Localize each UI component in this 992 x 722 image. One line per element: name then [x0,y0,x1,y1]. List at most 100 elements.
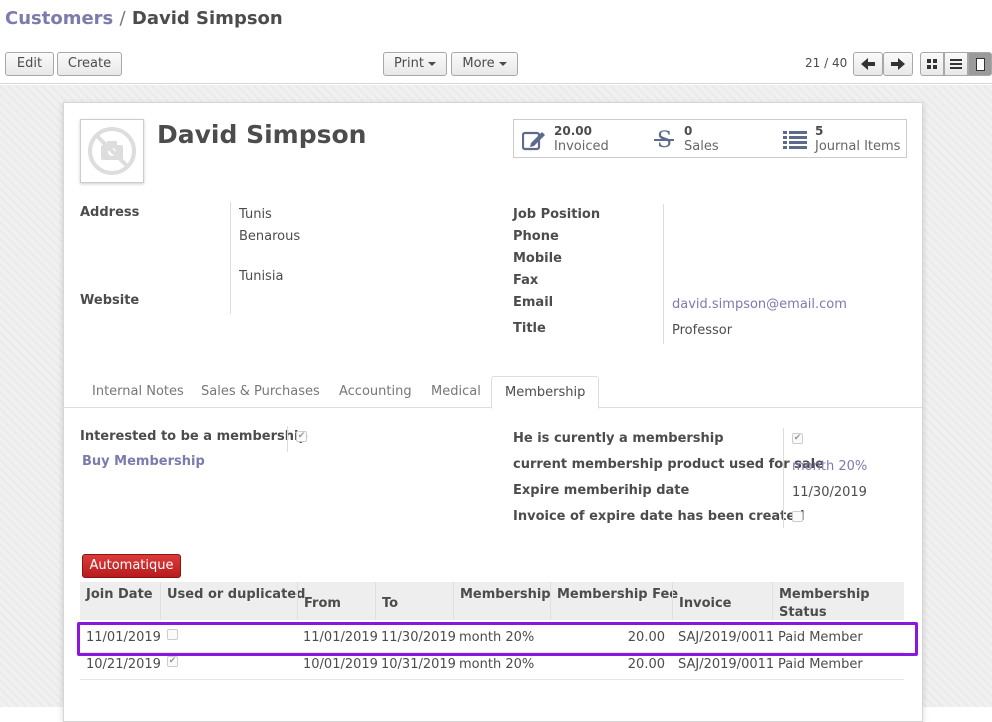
title-value: Professor [672,323,733,338]
sales-label: Sales [684,139,719,154]
interested-membership-checkbox[interactable]: ✔ [296,431,307,442]
field-separator [783,428,784,528]
print-dropdown[interactable]: Print [383,52,447,76]
edit-button-label: Edit [16,56,43,71]
notebook-tabs: Internal Notes Sales & Purchases Account… [64,376,922,409]
cell-from: 10/01/2019 [303,657,378,672]
column-divider [375,582,376,620]
strikethrough-s-icon: S [648,126,680,154]
cell-to: 10/31/2019 [381,657,456,672]
column-join-date[interactable]: Join Date [86,586,153,604]
column-from[interactable]: From [304,595,341,613]
title-label: Title [513,321,546,336]
cell-join-date: 10/21/2019 [86,657,161,672]
form-view-button[interactable] [968,52,992,76]
pager-counter[interactable]: 21 / 40 [805,56,847,70]
phone-label: Phone [513,229,559,244]
caret-down-icon [498,61,507,66]
breadcrumb-customers[interactable]: Customers [5,8,113,29]
pager-previous-button[interactable] [853,52,883,76]
column-membership[interactable]: Membership [460,586,551,604]
view-switcher [920,52,992,76]
membership-product-link[interactable]: month 20% [792,459,867,474]
interested-membership-label: Interested to be a membership [80,429,308,444]
cell-status: Paid Member [778,657,863,672]
journal-items-count: 5 [815,124,824,138]
invoiced-label: Invoiced [554,139,609,154]
job-position-label: Job Position [513,207,601,222]
tab-membership[interactable]: Membership [491,376,600,409]
expire-date-label: Expire memberihip date [513,483,690,498]
cell-invoice: SAJ/2019/0011 [678,657,775,672]
journal-items-label: Journal Items [815,139,901,154]
more-dropdown-label: More [462,56,495,71]
control-panel: Customers / David Simpson Edit Create Pr… [0,0,992,84]
sales-stat-button[interactable]: S 0 Sales [644,119,776,158]
print-dropdown-label: Print [394,56,424,71]
list-icon [779,126,811,154]
pager-next-button[interactable] [883,52,913,76]
address-label: Address [80,205,140,220]
membership-product-label: current membership product used for sale [513,457,824,472]
column-membership-fee[interactable]: Membership Fee [557,586,678,604]
breadcrumb-separator: / [119,8,126,29]
email-link[interactable]: david.simpson@email.com [672,297,847,312]
no-camera-icon [88,127,136,175]
automatique-button[interactable]: Automatique [82,554,181,578]
field-separator [287,426,288,452]
row-divider [80,679,904,680]
invoice-expire-label: Invoice of expire date has been created [513,509,805,524]
column-to[interactable]: To [382,595,398,613]
cell-fee: 20.00 [627,657,665,672]
column-divider [453,582,454,620]
form-page-icon [975,57,985,71]
cell-membership: month 20% [459,657,535,672]
column-divider [772,582,773,620]
kanban-grid-icon [926,58,937,69]
tab-accounting[interactable]: Accounting [326,376,425,408]
sales-count: 0 [684,124,693,138]
current-membership-label: He is curently a membership [513,431,724,446]
email-label: Email [513,295,554,310]
list-view-button[interactable] [944,52,968,76]
edit-icon [518,126,550,154]
column-divider [297,582,298,620]
arrow-right-icon [891,58,905,70]
current-membership-checkbox[interactable]: ✔ [792,433,803,444]
address-state: Benarous [239,229,301,244]
table-header: Join Date Used or duplicated From To Mem… [80,582,904,620]
field-separator [663,204,664,344]
list-lines-icon [950,59,962,69]
create-button-label: Create [67,56,112,71]
column-divider [672,582,673,620]
fax-label: Fax [513,273,539,288]
address-city: Tunis [239,207,272,222]
breadcrumb: Customers / David Simpson [5,8,283,29]
more-dropdown[interactable]: More [451,52,518,76]
arrow-left-icon [861,58,875,70]
kanban-view-button[interactable] [920,52,944,76]
expire-date-value: 11/30/2019 [792,485,867,500]
create-button[interactable]: Create [57,52,122,76]
website-label: Website [80,293,140,308]
avatar[interactable] [80,119,144,183]
caret-down-icon [427,61,436,66]
journal-items-stat-button[interactable]: 5 Journal Items [775,119,907,158]
mobile-label: Mobile [513,251,562,266]
field-separator [230,202,231,314]
automatique-button-label: Automatique [89,558,174,573]
invoice-expire-checkbox[interactable] [792,511,803,522]
buy-membership-link[interactable]: Buy Membership [82,454,205,469]
tab-medical[interactable]: Medical [418,376,494,408]
column-membership-status[interactable]: Membership Status [779,586,889,622]
column-invoice[interactable]: Invoice [679,595,731,613]
tab-sales-purchases[interactable]: Sales & Purchases [188,376,333,408]
row-highlight-outline [77,622,918,656]
partner-name: David Simpson [157,120,367,149]
breadcrumb-current: David Simpson [131,8,283,29]
invoiced-stat-button[interactable]: 20.00 Invoiced [513,119,645,158]
tab-internal-notes[interactable]: Internal Notes [79,376,197,408]
edit-button[interactable]: Edit [5,52,54,76]
column-used-duplicated[interactable]: Used or duplicated [167,586,305,604]
column-divider [550,582,551,620]
